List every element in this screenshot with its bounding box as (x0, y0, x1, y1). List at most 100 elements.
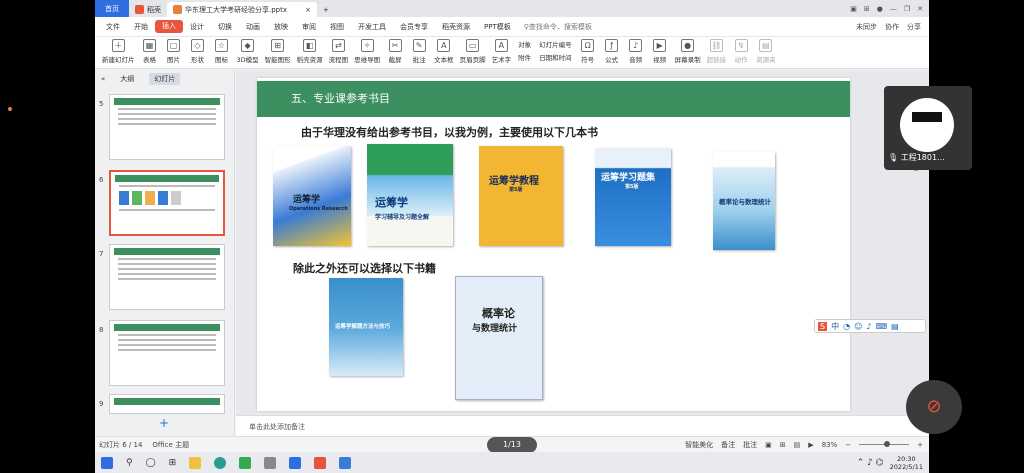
comment-toggle[interactable]: 批注 (743, 440, 757, 450)
ribbon-button-2[interactable]: ▢ 图片 (162, 37, 186, 64)
search-icon[interactable]: ⚲ (126, 458, 133, 468)
reading-view-icon[interactable]: ▤ (794, 441, 801, 449)
ribbon-button-4[interactable]: ☆ 图标 (210, 37, 234, 64)
ribbon-slide-number[interactable]: 幻灯片编号 (539, 39, 572, 49)
ime-icon[interactable]: ♪ (866, 322, 871, 331)
ribbon-button-12[interactable]: A 文本框 (431, 37, 457, 64)
menu-start[interactable]: 开始 (127, 22, 155, 32)
new-tab-button[interactable]: + (317, 2, 335, 17)
tab-slides[interactable]: 幻灯片 (149, 73, 181, 85)
notes-toggle[interactable]: 备注 (721, 440, 735, 450)
ime-chinese-icon[interactable]: 中 (831, 321, 839, 332)
ime-icon[interactable]: ▤ (891, 322, 899, 331)
wps-taskbar-icon[interactable] (314, 456, 327, 469)
start-icon[interactable] (101, 456, 113, 469)
tab-document[interactable]: 华东理工大学考研经验分享.pptx × (167, 2, 317, 17)
ribbon-icon: ☆ (215, 39, 228, 52)
sorter-view-icon[interactable]: ⊞ (780, 441, 786, 449)
zoom-out-icon[interactable]: − (845, 441, 851, 449)
ribbon-button-11[interactable]: ✎ 批注 (407, 37, 431, 64)
layout-icon[interactable]: ▣ (850, 5, 857, 13)
menu-developer[interactable]: 开发工具 (351, 22, 393, 32)
ribbon-button-20[interactable]: ▶ 视频 (648, 37, 672, 64)
collab-button[interactable]: 协作 (885, 22, 899, 32)
ribbon-button-7[interactable]: ◧ 稻壳资源 (294, 37, 326, 64)
restore-icon[interactable]: ❐ (904, 5, 910, 13)
mic-muted-button[interactable]: ⊘ (906, 380, 962, 434)
add-slide-button[interactable]: + (159, 416, 169, 430)
command-search[interactable]: ⚲查找命令、搜索模板 (524, 22, 592, 32)
ribbon-button-13[interactable]: ▭ 页眉页脚 (457, 37, 489, 64)
ribbon-object[interactable]: 对象 (518, 39, 531, 49)
menu-resources[interactable]: 稻壳资源 (435, 22, 477, 32)
ribbon-button-24[interactable]: ▤ 资源夹 (753, 37, 779, 64)
edge-icon[interactable] (214, 456, 227, 469)
slide-thumbnail-6[interactable] (109, 170, 225, 236)
close-icon[interactable]: ✕ (917, 5, 923, 13)
ribbon-button-1[interactable]: ▦ 表格 (138, 37, 162, 64)
smart-beautify-button[interactable]: 智能美化 (685, 440, 713, 450)
ribbon-button-3[interactable]: ◇ 形状 (186, 37, 210, 64)
slide-thumbnail-7[interactable] (109, 244, 225, 310)
app-icon[interactable] (239, 456, 252, 469)
app-icon[interactable] (289, 456, 302, 469)
slide-thumbnail-5[interactable] (109, 94, 225, 160)
menu-review[interactable]: 审阅 (295, 22, 323, 32)
slide-thumbnail-8[interactable] (109, 320, 225, 386)
app-icon[interactable] (339, 456, 352, 469)
ime-toolbar[interactable]: S 中 ◔ ☺ ♪ ⌨ ▤ (814, 319, 926, 333)
widgets-icon[interactable]: ⊞ (169, 458, 177, 468)
tab-outline[interactable]: 大纲 (115, 73, 139, 85)
clock[interactable]: 20:30 2022/5/11 (890, 455, 923, 471)
menu-slideshow[interactable]: 放映 (267, 22, 295, 32)
ribbon-button-17[interactable]: Ω 符号 (576, 37, 600, 64)
ribbon-button-14[interactable]: A 艺术字 (489, 37, 515, 64)
menu-animation[interactable]: 动画 (239, 22, 267, 32)
play-icon[interactable]: ▶ (808, 441, 813, 449)
ime-icon[interactable]: ⌨ (876, 322, 888, 331)
ribbon-button-5[interactable]: ◆ 3D模型 (234, 37, 262, 64)
minimize-icon[interactable]: — (890, 5, 897, 13)
tab-wps[interactable]: 稻壳 (129, 2, 167, 17)
menu-ppt-template[interactable]: PPT模板 (477, 22, 518, 32)
ribbon-button-10[interactable]: ✂ 截屏 (383, 37, 407, 64)
ribbon-button-23[interactable]: ↯ 动作 (729, 37, 753, 64)
ime-icon[interactable]: ☺ (854, 322, 862, 331)
share-button[interactable]: 分享 (907, 22, 921, 32)
menu-view[interactable]: 视图 (323, 22, 351, 32)
sync-status[interactable]: 未同步 (856, 22, 877, 32)
close-tab-icon[interactable]: × (305, 6, 311, 14)
ime-icon[interactable]: ◔ (843, 322, 850, 331)
task-view-icon[interactable]: ◯ (146, 458, 156, 468)
ribbon-button-21[interactable]: ● 屏幕录制 (672, 37, 704, 64)
menu-insert[interactable]: 插入 (155, 20, 183, 33)
slide-thumbnail-9[interactable] (109, 394, 225, 414)
ribbon-button-6[interactable]: ⊞ 智能图形 (262, 37, 294, 64)
ribbon-button-8[interactable]: ⇄ 流程图 (326, 37, 352, 64)
ribbon-button-19[interactable]: ♪ 音频 (624, 37, 648, 64)
zoom-slider[interactable] (859, 441, 910, 447)
avatar[interactable]: ● (877, 5, 883, 13)
tab-home[interactable]: 首页 (95, 0, 129, 17)
explorer-icon[interactable] (189, 456, 202, 469)
notes-area[interactable]: 单击此处添加备注 (236, 415, 929, 436)
ribbon-button-18[interactable]: ƒ 公式 (600, 37, 624, 64)
zoom-in-icon[interactable]: + (917, 441, 923, 449)
menu-member[interactable]: 会员专享 (393, 22, 435, 32)
grid-icon[interactable]: ⊞ (864, 5, 870, 13)
menu-design[interactable]: 设计 (183, 22, 211, 32)
ribbon-date-time[interactable]: 日期和时间 (539, 52, 572, 62)
ribbon-button-22[interactable]: ⛓ 超链接 (704, 37, 730, 64)
menu-file[interactable]: 文件 (99, 22, 127, 32)
thumb-number: 9 (99, 400, 104, 408)
menu-transition[interactable]: 切换 (211, 22, 239, 32)
ribbon-icon: ▢ (167, 39, 180, 52)
ribbon-attachment[interactable]: 附件 (518, 52, 531, 62)
app-icon[interactable] (264, 456, 277, 469)
ribbon-button-9[interactable]: ✧ 思维导图 (351, 37, 383, 64)
collapse-panel-icon[interactable]: « (101, 75, 105, 83)
normal-view-icon[interactable]: ▣ (765, 441, 772, 449)
ribbon-button-0[interactable]: ＋新建幻灯片 (99, 37, 138, 64)
current-slide[interactable]: 五、专业课参考书目 由于华理没有给出参考书目，以我为例，主要使用以下几本书 运筹… (257, 78, 850, 411)
tray-icons[interactable]: ⌃ ♪ ⌬ (857, 458, 884, 468)
